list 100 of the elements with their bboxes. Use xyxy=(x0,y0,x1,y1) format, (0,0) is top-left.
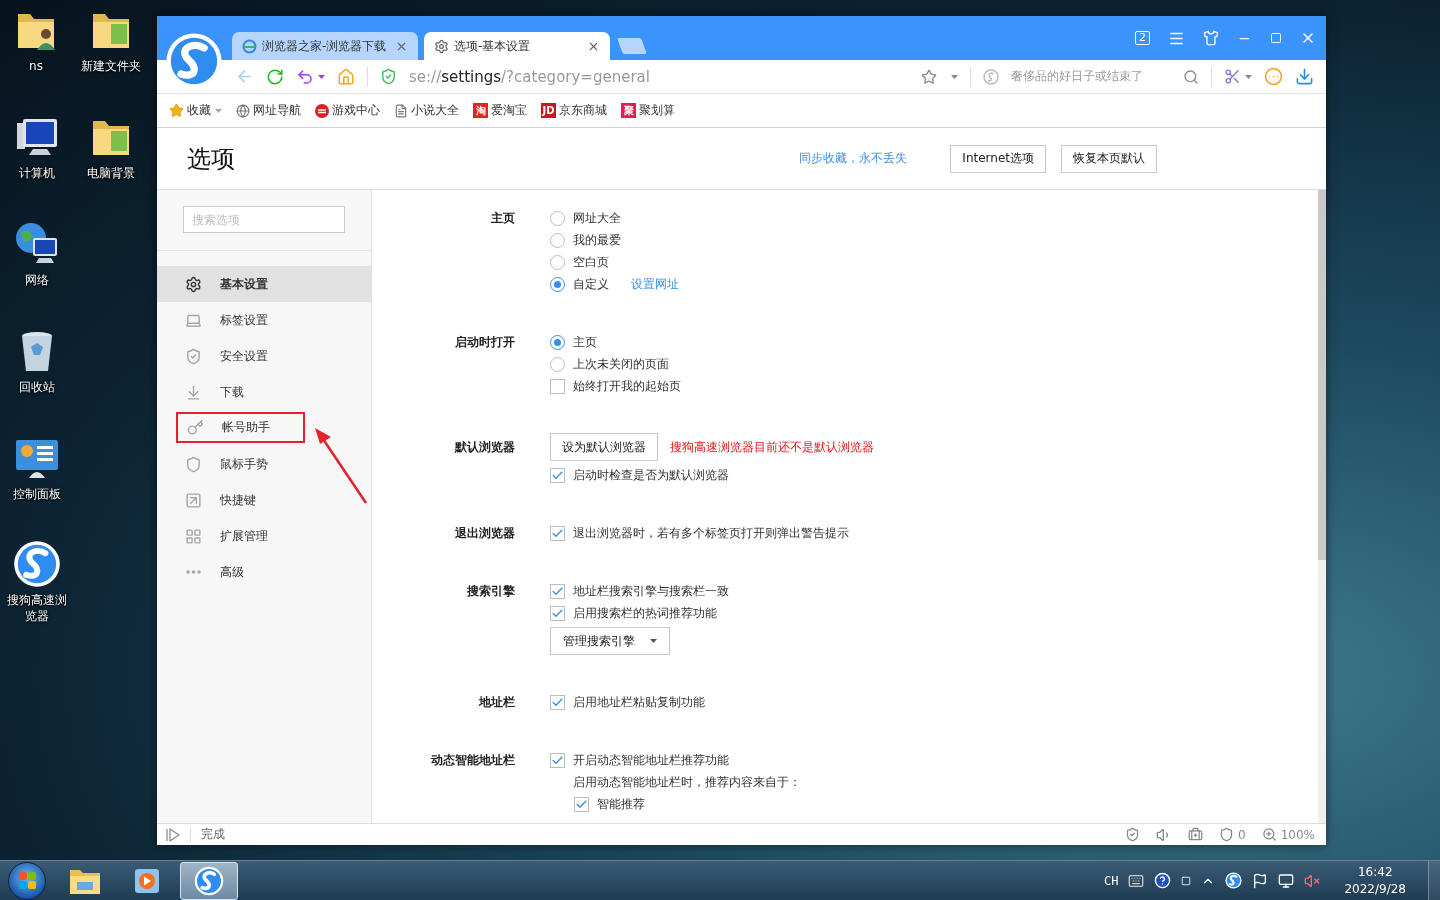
network-icon[interactable] xyxy=(1278,872,1295,889)
caret-icon xyxy=(650,639,657,643)
option-label: 智能推荐 xyxy=(597,795,645,813)
play-icon[interactable] xyxy=(166,827,180,842)
set-default-button[interactable]: 设为默认浏览器 xyxy=(550,433,658,461)
checkbox[interactable] xyxy=(550,378,565,394)
dropdown-caret-icon xyxy=(215,108,222,113)
ad-block-icon[interactable] xyxy=(1219,827,1235,842)
home-icon[interactable] xyxy=(337,67,355,86)
radio-button[interactable] xyxy=(550,254,565,270)
flag-icon[interactable] xyxy=(1252,872,1269,889)
warning-text: 搜狗高速浏览器目前还不是默认浏览器 xyxy=(670,438,874,456)
desktop-icon-label[interactable]: 回收站 xyxy=(2,379,72,395)
hint-text: 启用动态智能地址栏时，推荐内容来自于： xyxy=(572,774,802,791)
sogou-tray-icon[interactable] xyxy=(1225,872,1243,889)
shield-icon[interactable] xyxy=(1125,827,1141,842)
refresh-icon[interactable] xyxy=(266,67,284,86)
bookmark-link[interactable]: JD 京东商城 xyxy=(541,102,607,119)
bookmark-link[interactable]: 淘 爱淘宝 xyxy=(473,102,527,119)
radio-button[interactable] xyxy=(550,210,565,226)
scissors-icon[interactable] xyxy=(1224,68,1241,85)
checkbox[interactable] xyxy=(550,605,565,621)
browser-tab[interactable]: 选项-基本设置 xyxy=(424,32,610,60)
checkbox[interactable] xyxy=(550,752,565,768)
bookmark-star-icon[interactable] xyxy=(921,68,937,85)
bookmark-link[interactable]: 游戏中心 xyxy=(315,102,380,119)
keyboard-icon[interactable] xyxy=(1128,872,1145,889)
zoom-level[interactable]: 100% xyxy=(1280,827,1315,842)
checkbox[interactable] xyxy=(550,583,565,599)
search-icon[interactable] xyxy=(1183,68,1199,85)
download-icon[interactable] xyxy=(1295,67,1314,86)
option-label: 始终打开我的起始页 xyxy=(573,377,681,395)
checkbox[interactable] xyxy=(550,525,565,541)
header-button[interactable]: 恢复本页默认 xyxy=(1061,144,1157,173)
tab-title: 选项-基本设置 xyxy=(454,37,532,55)
logo-badge: 淘 xyxy=(473,103,488,118)
header-button[interactable]: Internet选项 xyxy=(950,144,1046,173)
help-icon[interactable] xyxy=(1154,872,1172,889)
new-tab-button[interactable] xyxy=(617,38,647,54)
page-title: 选项 xyxy=(187,143,235,175)
sidebar-item[interactable]: 鼠标手势 xyxy=(157,446,371,482)
desktop-icon-label[interactable]: 网络 xyxy=(2,272,72,288)
maximize-icon[interactable] xyxy=(1270,32,1282,44)
radio-button[interactable] xyxy=(550,232,565,248)
option-label: 地址栏搜索引擎与搜索栏一致 xyxy=(573,582,729,600)
desktop-icon-label[interactable]: 新建文件夹 xyxy=(76,58,146,74)
sidebar-item[interactable]: 基本设置 xyxy=(157,266,371,302)
sidebar-item[interactable]: 安全设置 xyxy=(157,338,371,374)
browser-tab[interactable]: 浏览器之家-浏览器下载 xyxy=(232,32,418,60)
download-icon xyxy=(185,383,202,401)
desktop-icon-label[interactable]: 搜狗高速浏览器 xyxy=(2,592,72,624)
more-icon[interactable] xyxy=(1264,67,1283,86)
search-options-field[interactable]: 搜索选项 xyxy=(183,206,345,233)
search-engine-dropdown[interactable]: 管理搜索引擎 xyxy=(550,627,670,655)
section-label: 地址栏 xyxy=(477,694,515,711)
sidebar-item[interactable]: 快捷键 xyxy=(157,482,371,518)
sogou-browser-icon[interactable] xyxy=(13,540,61,588)
toolbox-icon[interactable] xyxy=(1188,827,1204,842)
section-label: 动态智能地址栏 xyxy=(430,752,515,769)
caret-icon xyxy=(318,74,325,79)
sync-link[interactable]: 同步收藏，永不丢失 xyxy=(799,150,908,167)
window-icon[interactable] xyxy=(1181,875,1192,886)
sidebar-item[interactable]: 高级 xyxy=(157,554,371,590)
language-indicator[interactable]: CH xyxy=(1104,873,1119,888)
checkbox[interactable] xyxy=(574,796,589,812)
taskbar-app[interactable] xyxy=(180,861,238,900)
show-desktop-button[interactable] xyxy=(1428,861,1440,900)
gear-icon xyxy=(434,38,449,54)
checkbox[interactable] xyxy=(550,467,565,483)
muted-speaker-icon[interactable] xyxy=(1304,872,1321,889)
desktop-icon-label[interactable]: ns xyxy=(1,58,71,74)
radio-button[interactable] xyxy=(550,356,565,372)
sidebar-item[interactable]: 帐号助手 xyxy=(176,412,305,443)
set-url-link[interactable]: 设置网址 xyxy=(631,275,679,293)
media-player-icon xyxy=(133,866,161,895)
bookmark-link[interactable]: 聚 聚划算 xyxy=(621,102,675,119)
tab-title: 浏览器之家-浏览器下载 xyxy=(262,37,388,55)
radio-button[interactable] xyxy=(550,334,565,350)
desktop-icon-label[interactable]: 电脑背景 xyxy=(76,165,146,181)
section-label: 退出浏览器 xyxy=(454,525,515,542)
key-icon xyxy=(187,419,204,436)
sidebar-item[interactable]: 扩展管理 xyxy=(157,518,371,554)
address-text[interactable]: se://settings/?category=general xyxy=(409,67,650,86)
sidebar-item[interactable]: 下载 xyxy=(157,374,371,410)
bookmark-link[interactable]: 收藏 xyxy=(169,102,211,119)
bookmark-link[interactable]: 网址导航 xyxy=(236,102,301,119)
option-label: 自定义 xyxy=(573,275,609,293)
undo-icon[interactable] xyxy=(296,67,314,86)
start-button[interactable] xyxy=(8,861,46,900)
scrollbar[interactable] xyxy=(1318,190,1326,823)
clock[interactable]: 16:42 2022/9/28 xyxy=(1344,863,1406,898)
desktop-icon-label[interactable]: 计算机 xyxy=(2,165,72,181)
bookmark-link[interactable]: 小说大全 xyxy=(394,102,459,119)
zoom-icon[interactable] xyxy=(1261,827,1277,842)
sidebar-item[interactable]: 标签设置 xyxy=(157,302,371,338)
radio-button[interactable] xyxy=(550,276,565,292)
shirt-icon[interactable] xyxy=(1203,30,1219,46)
option-label: 我的最爱 xyxy=(573,231,621,249)
desktop-icon-label[interactable]: 控制面板 xyxy=(2,486,72,502)
checkbox[interactable] xyxy=(550,694,565,710)
